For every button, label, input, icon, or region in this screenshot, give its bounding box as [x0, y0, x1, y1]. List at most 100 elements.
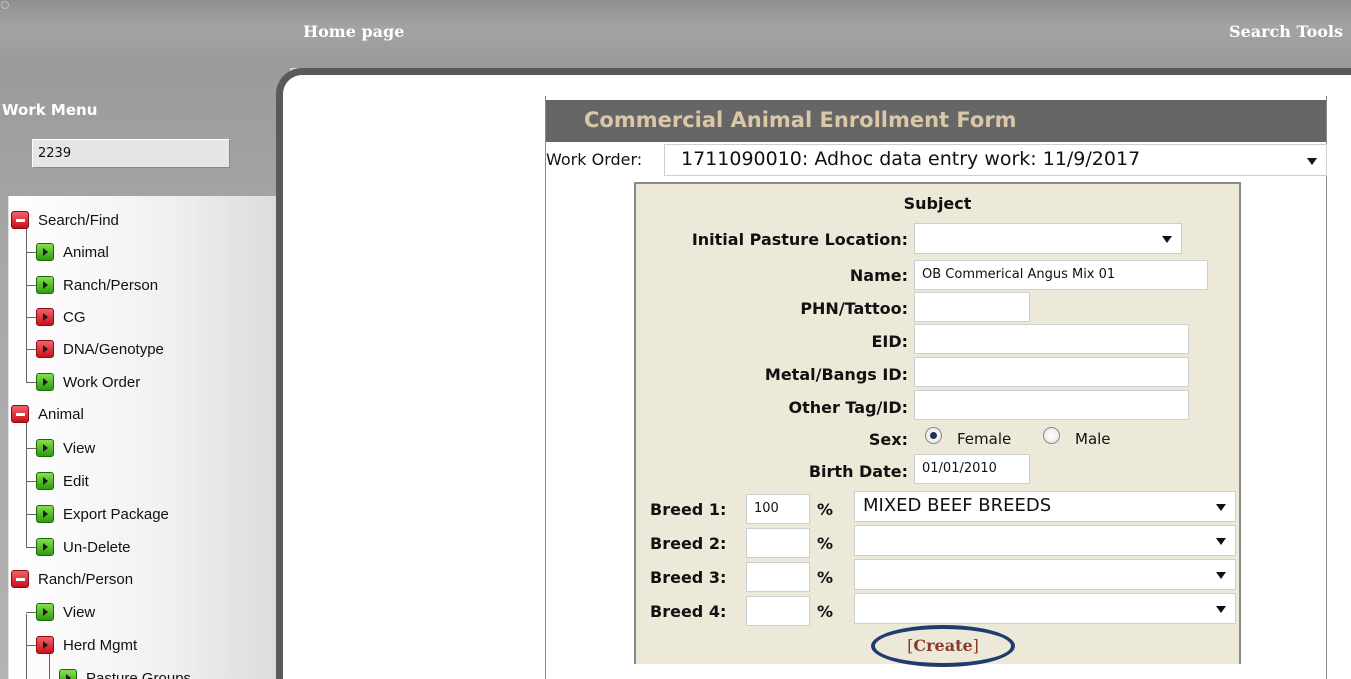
breed-3-select[interactable]: [854, 559, 1236, 590]
home-page-link[interactable]: Home page: [303, 22, 404, 41]
breed-2-label: Breed 2:: [650, 534, 727, 553]
tree-line: [26, 645, 36, 646]
menu-item-label: View: [63, 603, 96, 621]
dropdown-arrow-icon: [1216, 572, 1226, 579]
menu-item-animal[interactable]: Animal: [11, 403, 84, 425]
go-arrow-icon: [36, 243, 54, 261]
tree-line: [26, 382, 36, 383]
breed-1-select[interactable]: MIXED BEEF BREEDS: [854, 491, 1236, 522]
menu-item-label: Pasture Groups: [86, 669, 192, 679]
menu-item-un-delete[interactable]: Un-Delete: [36, 536, 131, 558]
tree-line: [26, 614, 27, 679]
breed-2-select[interactable]: [854, 525, 1236, 556]
sex-label: Sex:: [868, 430, 908, 449]
subject-heading: Subject: [903, 194, 972, 213]
go-arrow-icon: [36, 373, 54, 391]
corner-dot-icon: [1, 1, 9, 9]
sex-male-radio[interactable]: [1043, 427, 1060, 444]
menu-item-pasture-groups[interactable]: Pasture Groups: [59, 667, 191, 679]
menu-item-ranch-view[interactable]: View: [36, 601, 95, 623]
menu-item-label: DNA/Genotype: [63, 340, 164, 358]
breed-2-pct-input[interactable]: [746, 528, 810, 558]
work-order-select[interactable]: 1711090010: Adhoc data entry work: 11/9/…: [664, 144, 1327, 176]
tree-line: [26, 514, 36, 515]
menu-item-ranch-person[interactable]: Ranch/Person: [11, 568, 133, 590]
menu-item-label: CG: [63, 308, 86, 326]
eid-input[interactable]: [914, 324, 1189, 354]
create-link[interactable]: [Create]: [871, 636, 1015, 655]
go-arrow-icon: [36, 505, 54, 523]
go-arrow-icon: [36, 472, 54, 490]
other-tag-id-label: Other Tag/ID:: [788, 398, 908, 417]
menu-item-label: Search/Find: [38, 211, 119, 229]
create-bracket-close: ]: [972, 636, 979, 655]
create-link-container: [Create]: [871, 625, 1015, 667]
breed-1-pct-input[interactable]: 100: [746, 494, 810, 524]
eid-label: EID:: [871, 332, 908, 351]
tree-line: [26, 612, 36, 613]
menu-item-export-package[interactable]: Export Package: [36, 503, 169, 525]
menu-item-label: Herd Mgmt: [63, 636, 138, 654]
menu-item-search-animal[interactable]: Animal: [36, 241, 109, 263]
menu-item-search-work-order[interactable]: Work Order: [36, 371, 140, 393]
tree-line: [26, 349, 36, 350]
go-arrow-icon: [36, 603, 54, 621]
initial-pasture-label: Initial Pasture Location:: [691, 230, 908, 249]
top-nav-bar: Home page Search Tools: [0, 0, 1351, 68]
collapse-icon: [11, 405, 29, 423]
breed-4-select[interactable]: [854, 593, 1236, 624]
dropdown-arrow-icon: [1216, 606, 1226, 613]
create-label[interactable]: Create: [913, 636, 972, 655]
subject-panel: Subject: [634, 182, 1241, 664]
menu-item-label: Animal: [38, 405, 84, 423]
go-arrow-icon: [59, 669, 77, 679]
breed-4-pct-input[interactable]: [746, 596, 810, 626]
menu-item-label: Animal: [63, 243, 109, 261]
form-title-bar: Commercial Animal Enrollment Form: [546, 100, 1326, 142]
go-arrow-icon: [36, 636, 54, 654]
menu-item-label: Ranch/Person: [63, 276, 159, 294]
sex-female-radio[interactable]: [925, 427, 942, 444]
metal-bangs-id-input[interactable]: [914, 357, 1189, 387]
work-order-label: Work Order:: [546, 150, 643, 169]
menu-item-animal-view[interactable]: View: [36, 437, 95, 459]
breed-1-selected-value: MIXED BEEF BREEDS: [863, 495, 1052, 516]
work-order-number-field[interactable]: 2239: [32, 139, 230, 168]
menu-item-herd-mgmt[interactable]: Herd Mgmt: [36, 634, 137, 656]
menu-item-search-ranch-person[interactable]: Ranch/Person: [36, 274, 158, 296]
tree-line: [26, 547, 36, 548]
menu-item-search-find[interactable]: Search/Find: [11, 209, 119, 231]
menu-item-search-cg[interactable]: CG: [36, 306, 86, 328]
dropdown-arrow-icon: [1307, 158, 1317, 165]
dropdown-arrow-icon: [1216, 538, 1226, 545]
menu-item-label: Ranch/Person: [38, 570, 134, 588]
menu-item-label: Export Package: [63, 505, 169, 523]
menu-item-label: Edit: [63, 472, 89, 490]
tree-line: [26, 448, 36, 449]
metal-bangs-id-label: Metal/Bangs ID:: [764, 365, 908, 384]
menu-item-search-dna-genotype[interactable]: DNA/Genotype: [36, 338, 164, 360]
collapse-icon: [11, 211, 29, 229]
name-input[interactable]: OB Commerical Angus Mix 01: [914, 260, 1208, 290]
menu-item-animal-edit[interactable]: Edit: [36, 470, 89, 492]
sex-male-label: Male: [1075, 430, 1111, 448]
dropdown-arrow-icon: [1216, 504, 1226, 511]
form-title: Commercial Animal Enrollment Form: [584, 108, 1017, 132]
initial-pasture-select[interactable]: [914, 223, 1182, 254]
go-arrow-icon: [36, 538, 54, 556]
birth-date-input[interactable]: 01/01/2010: [914, 454, 1030, 484]
tree-line: [26, 418, 27, 548]
go-arrow-icon: [36, 340, 54, 358]
phn-tattoo-label: PHN/Tattoo:: [800, 299, 908, 318]
birth-date-label: Birth Date:: [808, 462, 908, 481]
other-tag-id-input[interactable]: [914, 390, 1189, 420]
breed-3-pct-sign: %: [817, 568, 834, 587]
breed-4-pct-sign: %: [817, 602, 834, 621]
tree-line: [26, 220, 27, 382]
search-tools-link[interactable]: Search Tools: [1229, 22, 1343, 41]
breed-4-label: Breed 4:: [650, 602, 727, 621]
tree-line: [26, 317, 36, 318]
tree-line: [26, 252, 36, 253]
phn-tattoo-input[interactable]: [914, 292, 1030, 322]
breed-3-pct-input[interactable]: [746, 562, 810, 592]
